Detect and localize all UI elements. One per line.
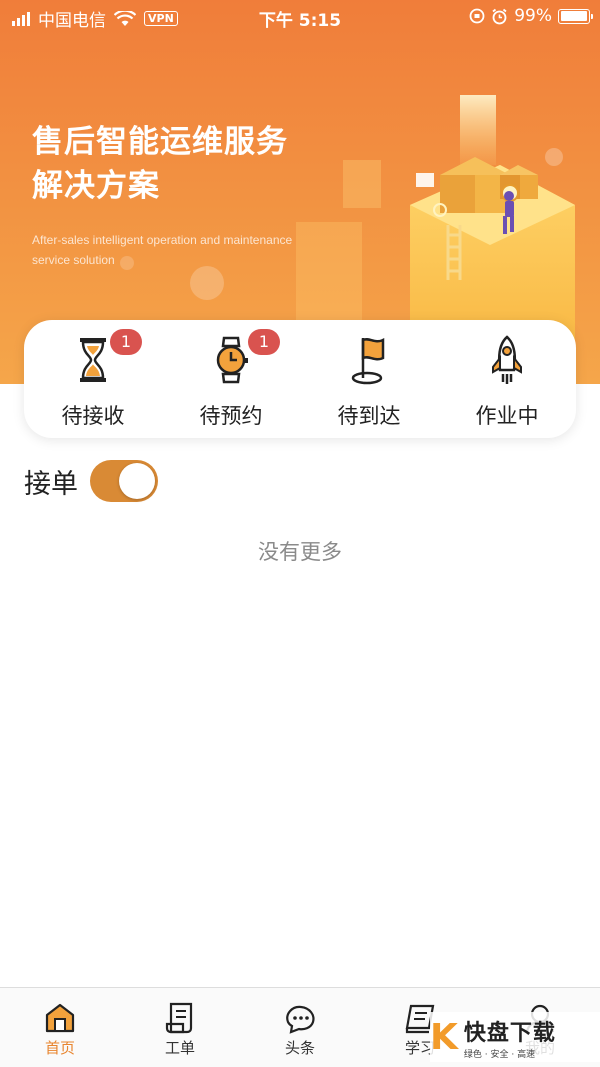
watermark-subtitle: 绿色 · 安全 · 高速 (463, 1049, 536, 1060)
action-pending-receive[interactable]: 待接收 1 (24, 320, 162, 438)
status-bar: 中国电信 VPN 下午 5:15 99% (0, 0, 600, 34)
order-status-card: 待接收 1 待预约 1 待到达 作业中 (24, 320, 576, 438)
battery-percent: 99% (514, 6, 552, 26)
chat-bubble-icon (286, 1005, 315, 1034)
hero-title: 售后智能运维服务 解决方案 (32, 120, 288, 208)
document-icon (165, 1002, 193, 1034)
watch-icon (216, 336, 248, 384)
accept-orders-row: 接单 (24, 460, 158, 502)
alarm-icon (492, 8, 507, 24)
action-pending-arrival[interactable]: 待到达 (300, 320, 438, 438)
battery-icon (558, 8, 593, 24)
action-label: 作业中 (475, 404, 539, 428)
count-badge: 1 (248, 329, 280, 355)
tab-work-orders[interactable]: 工单 (120, 988, 240, 1067)
hero-subtitle: After-sales intelligent operation and ma… (32, 233, 293, 267)
decor-cube (296, 222, 362, 332)
rotation-lock-icon (469, 8, 485, 24)
action-label: 待预约 (199, 404, 263, 428)
hero-title-line: 解决方案 (32, 168, 160, 204)
home-icon (45, 1003, 75, 1033)
action-pending-appointment[interactable]: 待预约 1 (162, 320, 300, 438)
tab-headlines[interactable]: 头条 (240, 988, 360, 1067)
action-label: 待到达 (337, 404, 401, 428)
list-end-text: 没有更多 (258, 540, 342, 564)
hourglass-icon (80, 338, 106, 382)
flag-icon (351, 337, 385, 385)
accept-orders-toggle[interactable] (90, 460, 158, 502)
hero-title-line: 售后智能运维服务 (32, 124, 288, 160)
tab-label: 头条 (284, 1039, 315, 1057)
decor-circle (190, 266, 224, 300)
watermark-title: 快盘下载 (463, 1020, 556, 1046)
action-label: 待接收 (61, 404, 125, 428)
action-in-progress[interactable]: 作业中 (438, 320, 576, 438)
watermark-glyph: K (430, 1016, 458, 1058)
tab-home[interactable]: 首页 (0, 988, 120, 1067)
decor-cube (343, 160, 381, 208)
accept-orders-label: 接单 (24, 468, 78, 500)
tab-label: 工单 (164, 1039, 195, 1057)
count-badge: 1 (110, 329, 142, 355)
tab-label: 首页 (44, 1039, 75, 1057)
rocket-icon (492, 335, 522, 384)
watermark-logo: K 快盘下载 绿色 · 安全 · 高速 (430, 1012, 600, 1062)
toggle-knob (119, 463, 155, 499)
